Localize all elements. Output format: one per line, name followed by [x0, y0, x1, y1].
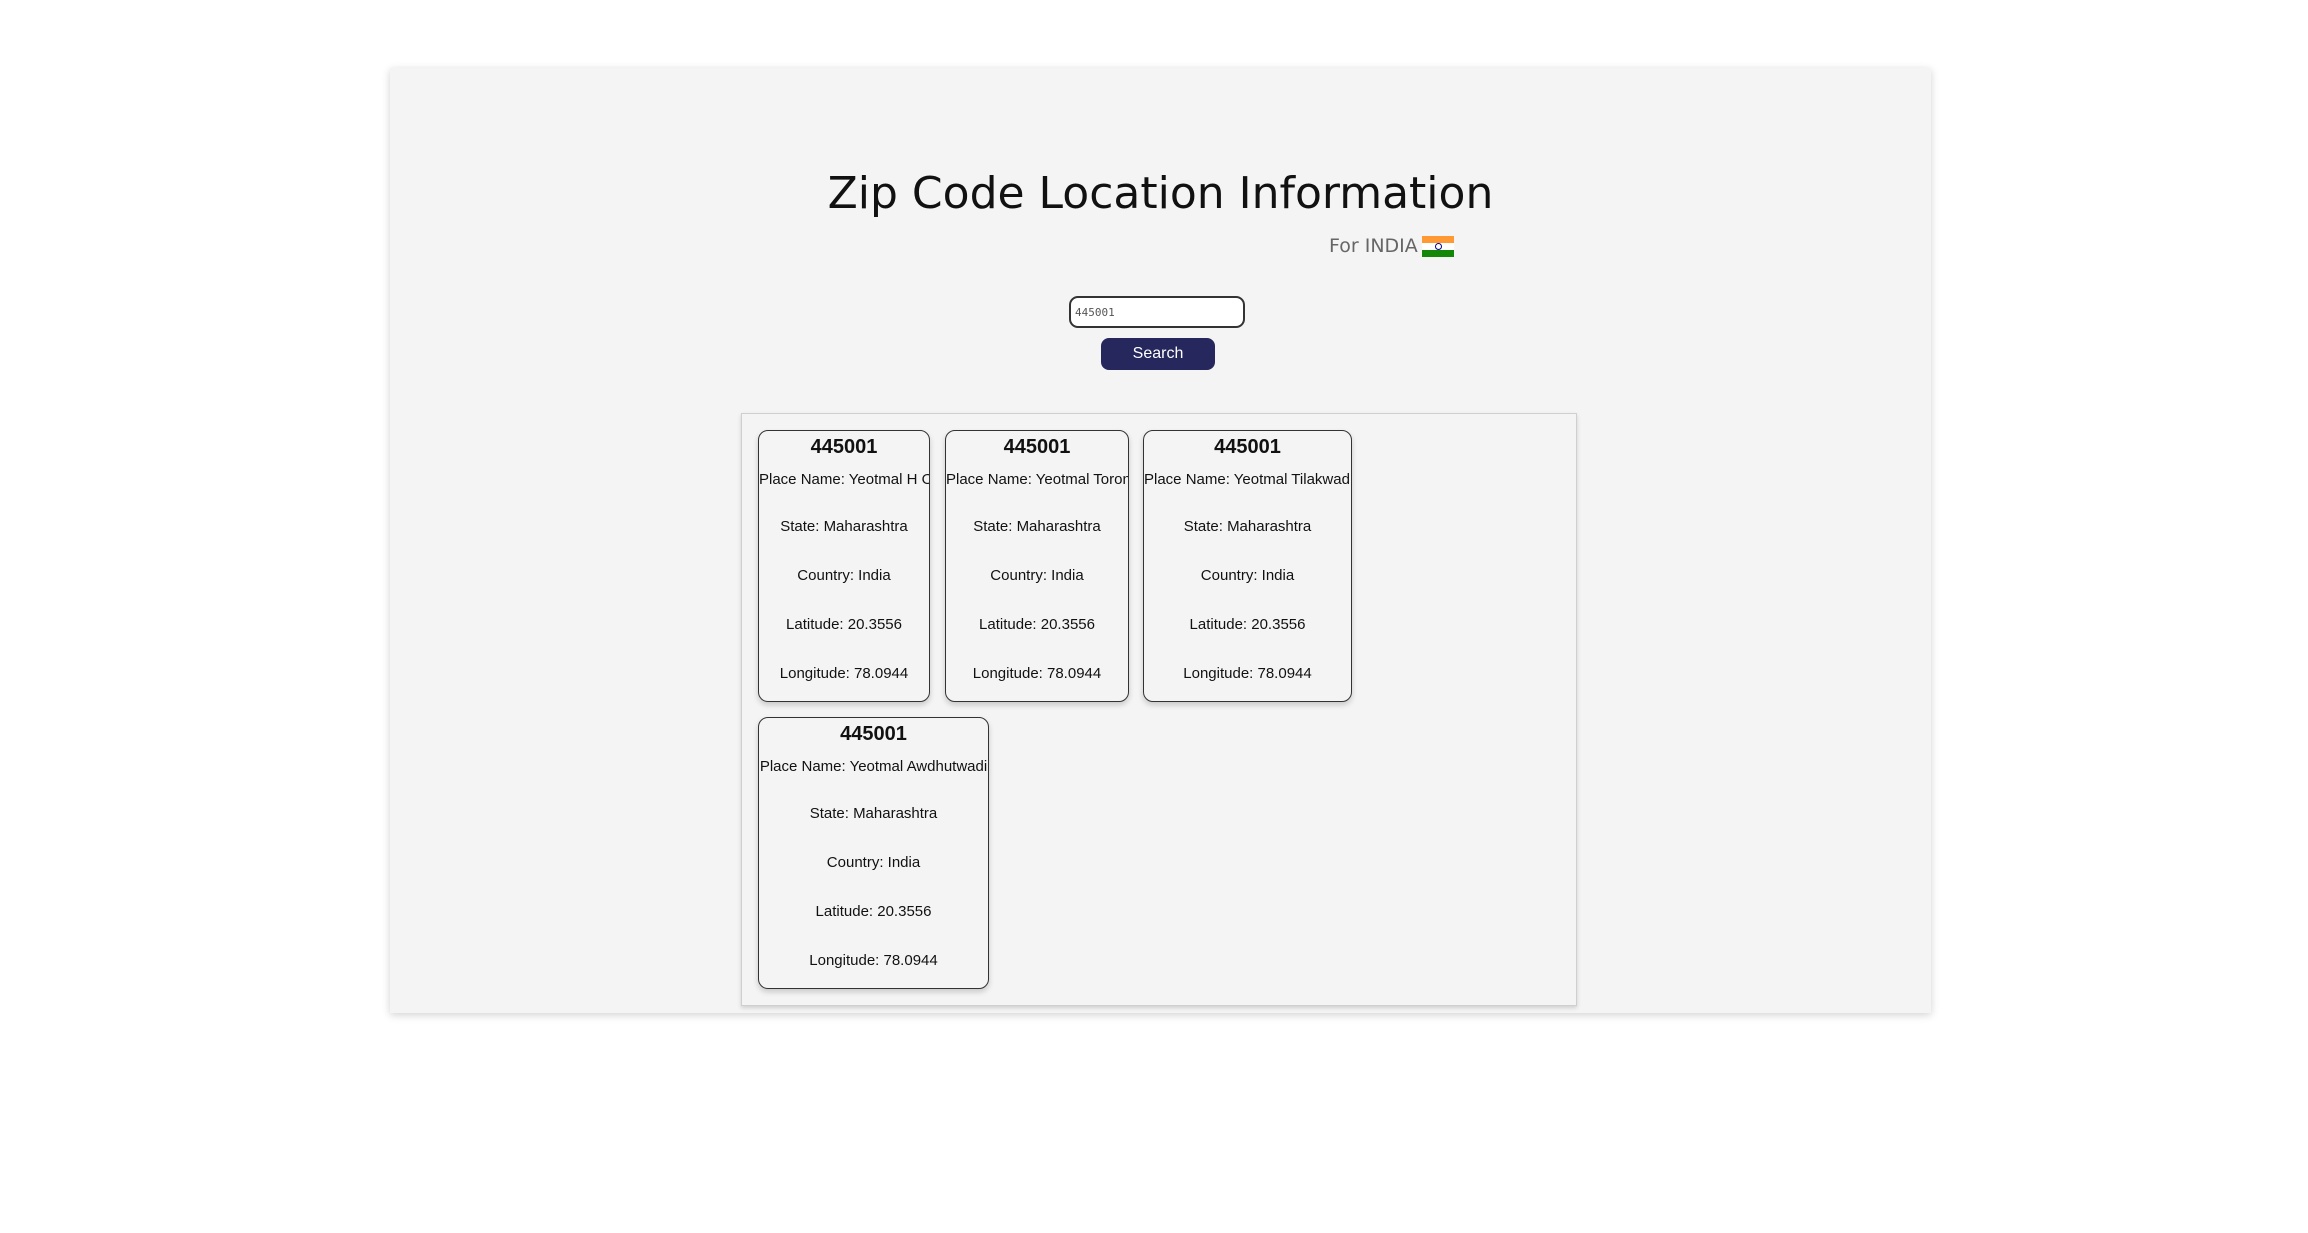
result-card: 445001 Place Name: Yeotmal Tilakwadi Sta…: [1143, 430, 1352, 702]
card-latitude: Latitude: 20.3556: [815, 903, 932, 920]
card-zip: 445001: [810, 436, 878, 458]
card-country: Country: India: [826, 854, 921, 871]
card-place-name: Place Name: Yeotmal Awdhutwadi: [759, 758, 988, 775]
result-card: 445001 Place Name: Yeotmal H O State: Ma…: [758, 430, 930, 702]
card-place-name: Place Name: Yeotmal Toron: [946, 471, 1129, 488]
card-zip: 445001: [1003, 436, 1071, 458]
card-latitude: Latitude: 20.3556: [1189, 616, 1306, 633]
country-label: For INDIA: [1329, 235, 1418, 257]
india-flag-icon: [1421, 235, 1454, 257]
result-card: 445001 Place Name: Yeotmal Toron State: …: [945, 430, 1129, 702]
page-title: Zip Code Location Information: [827, 168, 1494, 219]
card-longitude: Longitude: 78.0944: [809, 952, 938, 969]
zip-search-input[interactable]: [1069, 296, 1245, 328]
card-latitude: Latitude: 20.3556: [786, 616, 902, 633]
card-state: State: Maharashtra: [1183, 518, 1312, 535]
card-state: State: Maharashtra: [973, 518, 1101, 535]
card-place-name: Place Name: Yeotmal H O: [759, 471, 930, 488]
card-country: Country: India: [797, 567, 891, 584]
card-state: State: Maharashtra: [780, 518, 908, 535]
card-place-name: Place Name: Yeotmal Tilakwadi: [1144, 471, 1352, 488]
card-longitude: Longitude: 78.0944: [1183, 665, 1312, 682]
card-zip: 445001: [840, 723, 907, 745]
card-longitude: Longitude: 78.0944: [779, 665, 909, 682]
card-country: Country: India: [1200, 567, 1295, 584]
results-container: 445001 Place Name: Yeotmal H O State: Ma…: [741, 413, 1577, 1006]
result-card: 445001 Place Name: Yeotmal Awdhutwadi St…: [758, 717, 989, 989]
search-button[interactable]: Search: [1101, 338, 1215, 370]
card-country: Country: India: [990, 567, 1084, 584]
card-state: State: Maharashtra: [809, 805, 938, 822]
card-zip: 445001: [1214, 436, 1281, 458]
country-indicator: For INDIA: [1329, 235, 1454, 257]
card-latitude: Latitude: 20.3556: [979, 616, 1095, 633]
card-longitude: Longitude: 78.0944: [972, 665, 1102, 682]
